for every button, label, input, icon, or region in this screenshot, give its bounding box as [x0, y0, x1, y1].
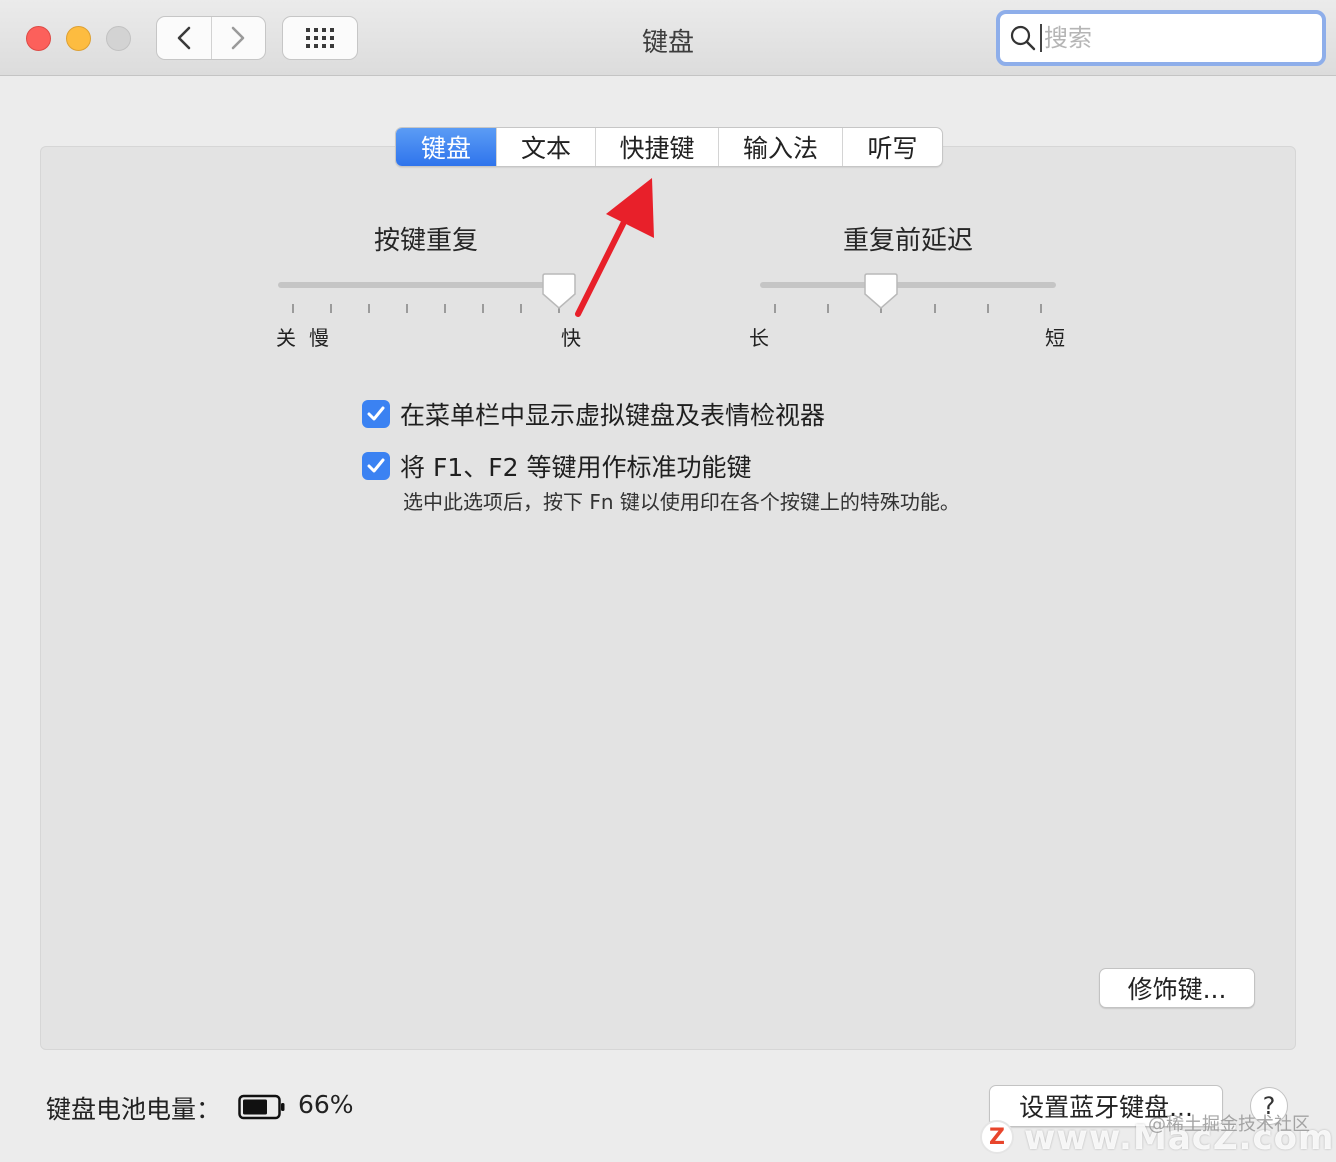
delay-thumb[interactable]	[864, 272, 899, 310]
tab-input-sources[interactable]: 输入法	[718, 128, 842, 166]
delay-label-short: 短	[1045, 326, 1065, 350]
delay-label-long: 长	[749, 326, 769, 350]
delay-tick	[827, 304, 830, 313]
tab-shortcuts[interactable]: 快捷键	[595, 128, 718, 166]
battery-icon	[238, 1094, 285, 1120]
tab-text[interactable]: 文本	[496, 128, 595, 166]
battery-label: 键盘电池电量：	[46, 1095, 222, 1124]
key-repeat-tick	[292, 304, 294, 313]
search-field[interactable]	[996, 10, 1326, 66]
content-panel	[40, 146, 1296, 1050]
key-repeat-tick	[520, 304, 522, 313]
tab-keyboard[interactable]: 键盘	[396, 128, 496, 166]
show-viewer-label: 在菜单栏中显示虚拟键盘及表情检视器	[400, 401, 826, 430]
key-repeat-label-fast: 快	[561, 326, 581, 350]
search-icon	[1010, 25, 1036, 51]
key-repeat-tick	[406, 304, 408, 313]
checkmark-icon	[367, 406, 385, 421]
delay-tick	[986, 304, 989, 313]
battery-percent: 66%	[298, 1090, 354, 1119]
title-bar: 键盘	[0, 0, 1336, 76]
delay-track[interactable]	[760, 282, 1056, 288]
delay-title: 重复前延迟	[842, 226, 973, 256]
fn-keys-checkbox[interactable]	[362, 452, 390, 480]
fn-keys-option[interactable]: 将 F1、F2 等键用作标准功能键	[362, 448, 751, 484]
delay-tick	[933, 304, 936, 313]
modifier-keys-button[interactable]: 修饰键...	[1099, 968, 1255, 1008]
annotation-arrow-icon	[575, 178, 654, 317]
key-repeat-tick	[368, 304, 370, 313]
delay-tick	[1040, 304, 1042, 313]
show-viewer-checkbox[interactable]	[362, 400, 390, 428]
key-repeat-label-slow: 慢	[309, 326, 329, 350]
show-viewer-option[interactable]: 在菜单栏中显示虚拟键盘及表情检视器	[362, 396, 825, 432]
fn-keys-hint: 选中此选项后，按下 Fn 键以使用印在各个按键上的特殊功能。	[403, 490, 960, 514]
tab-dictation[interactable]: 听写	[842, 128, 942, 166]
watermark-logo: Z	[980, 1120, 1014, 1154]
fn-keys-label: 将 F1、F2 等键用作标准功能键	[400, 453, 752, 482]
key-repeat-tick	[482, 304, 484, 313]
search-input[interactable]	[1040, 24, 1290, 52]
key-repeat-tick	[444, 304, 446, 313]
key-repeat-title: 按键重复	[373, 226, 478, 256]
watermark-juejin: @稀土掘金技术社区	[1148, 1114, 1310, 1135]
key-repeat-label-off: 关	[276, 326, 296, 350]
tab-bar: 键盘 文本 快捷键 输入法 听写	[395, 127, 943, 167]
delay-tick	[774, 304, 776, 313]
key-repeat-tick	[330, 304, 332, 313]
key-repeat-track[interactable]	[278, 282, 574, 288]
checkmark-icon	[367, 458, 385, 473]
